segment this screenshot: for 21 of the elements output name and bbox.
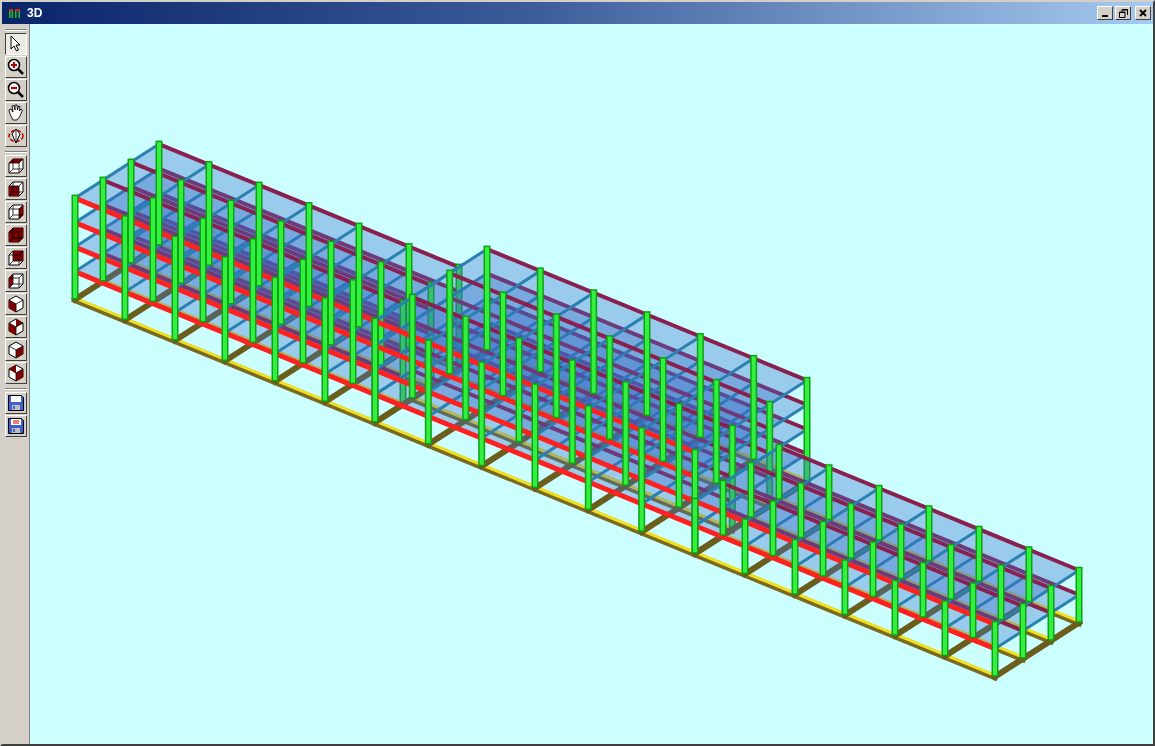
zoom-in-icon xyxy=(6,58,25,76)
cube-icon xyxy=(6,180,25,198)
cube-icon xyxy=(6,203,25,221)
close-button[interactable] xyxy=(1135,6,1151,20)
minimize-button[interactable] xyxy=(1097,6,1113,20)
toolbar-button[interactable] xyxy=(4,33,27,55)
cube-icon xyxy=(6,157,25,175)
cube-icon xyxy=(6,341,25,359)
cube-icon xyxy=(6,364,25,382)
rotate-icon xyxy=(6,127,25,145)
cube-icon xyxy=(6,272,25,290)
window-title: 3D xyxy=(27,6,43,20)
restore-icon xyxy=(1118,8,1128,18)
cube-icon xyxy=(6,318,25,336)
zoom-out-icon xyxy=(6,81,25,99)
restore-button[interactable] xyxy=(1115,6,1131,20)
close-icon xyxy=(1139,9,1147,17)
cube-icon xyxy=(6,226,25,244)
cube-icon xyxy=(6,295,25,313)
hand-icon xyxy=(6,104,25,122)
cube-icon xyxy=(6,249,25,267)
